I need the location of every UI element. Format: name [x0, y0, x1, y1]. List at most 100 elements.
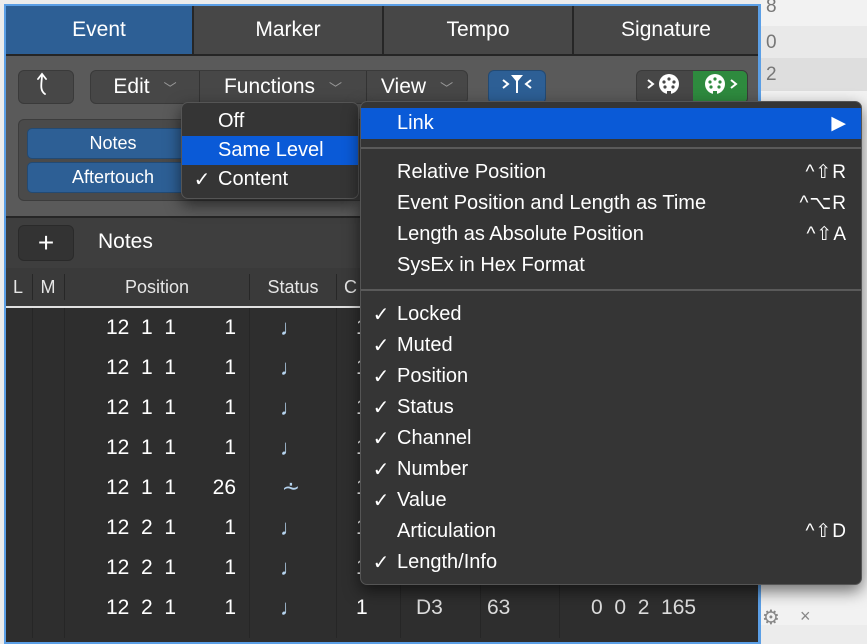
ticks-cell: 1	[224, 356, 236, 379]
checkmark-icon: ✓	[372, 304, 390, 326]
view-menu-item[interactable]: ✓ Number	[361, 454, 861, 485]
keyboard-shortcut: ^⇧R	[805, 162, 847, 183]
tab-tempo[interactable]: Tempo	[384, 6, 574, 54]
controller-status-icon: ⩪	[281, 475, 301, 500]
menu-segment: Edit ﹀ Functions ﹀ View ﹀	[90, 70, 468, 105]
midi-out-icon	[701, 72, 741, 102]
view-menu-item[interactable]: SysEx in Hex Format	[361, 250, 861, 281]
filter-notes-button[interactable]: Notes	[27, 128, 199, 159]
menu-item-label: Value	[397, 489, 447, 511]
view-menu-item[interactable]: ✓ Value	[361, 485, 861, 516]
menu-item-label: Length as Absolute Position	[397, 223, 644, 245]
table-row[interactable]: 12 2 1 1 ♩ 1 D3 63 0 0 2 165	[6, 588, 758, 628]
view-menu-item[interactable]: ✓ Position	[361, 361, 861, 392]
submenu-arrow-icon: ▶	[831, 113, 847, 134]
checkmark-icon: ✓	[372, 397, 390, 419]
keyboard-shortcut: ^⇧A	[806, 224, 847, 245]
tab-signature[interactable]: Signature	[574, 6, 758, 54]
note-status-icon: ♩	[280, 395, 302, 420]
column-header-status[interactable]: Status	[250, 268, 336, 306]
menu-item-label: Locked	[397, 303, 462, 325]
hierarchy-up-button[interactable]	[18, 70, 74, 104]
midi-in-button[interactable]	[637, 71, 693, 103]
link-menu-item[interactable]: Same Level	[182, 136, 358, 165]
view-menu-item[interactable]: ✓ Muted	[361, 330, 861, 361]
position-cell: 12 1 1	[106, 396, 177, 419]
functions-menu-label: Functions	[223, 75, 316, 98]
chevron-down-icon: ﹀	[329, 80, 343, 96]
ticks-cell: 1	[224, 316, 236, 339]
midi-out-button[interactable]	[693, 71, 747, 103]
value-cell: 63	[487, 596, 511, 619]
tab-marker[interactable]: Marker	[194, 6, 384, 54]
note-status-icon: ♩	[280, 435, 302, 460]
filter-aftertouch-button[interactable]: Aftertouch	[27, 162, 199, 193]
link-menu-item[interactable]: ✓ Content	[182, 165, 358, 194]
checkmark-icon: ✓	[372, 428, 390, 450]
hierarchy-up-arrow-icon	[37, 72, 55, 102]
midi-filter-icon	[499, 72, 535, 102]
menu-item-label: Articulation	[397, 520, 496, 542]
ticks-cell: 1	[224, 516, 236, 539]
checkmark-icon: ✓	[372, 490, 390, 512]
column-header-position[interactable]: Position	[65, 268, 249, 306]
midi-filter-button[interactable]	[488, 70, 546, 104]
ticks-cell: 1	[224, 596, 236, 619]
menu-item-label: SysEx in Hex Format	[397, 254, 585, 276]
view-menu-item[interactable]: ✓ Status	[361, 392, 861, 423]
menu-item-label: Muted	[397, 334, 453, 356]
view-menu-button[interactable]: View ﹀	[367, 71, 467, 103]
menu-item-label: Position	[397, 365, 469, 387]
column-header-locked[interactable]: L	[6, 268, 30, 306]
functions-menu-button[interactable]: Functions ﹀	[200, 71, 366, 103]
menu-item-label: Number	[397, 458, 469, 480]
view-menu-item[interactable]: ✓ Locked	[361, 299, 861, 330]
view-menu-item[interactable]: Event Position and Length as Time ^⌥R	[361, 188, 861, 219]
checkmark-icon: ✓	[372, 459, 390, 481]
ticks-cell: 26	[212, 476, 236, 499]
view-menu-item[interactable]: ✓ Channel	[361, 423, 861, 454]
view-menu-item[interactable]: Relative Position ^⇧R	[361, 157, 861, 188]
background-row: 2	[760, 58, 867, 91]
edit-menu-label: Edit	[113, 75, 150, 98]
position-cell: 12 1 1	[106, 316, 177, 339]
view-menu: Link ▶ Relative Position ^⇧R Event Position …	[360, 101, 862, 585]
column-header-muted[interactable]: M	[33, 268, 63, 306]
tab-event[interactable]: Event	[6, 6, 194, 54]
menu-item-label: Length/Info	[397, 551, 498, 573]
edit-menu-button[interactable]: Edit ﹀	[91, 71, 199, 103]
midi-thru-segment	[636, 70, 748, 104]
background-row: 0	[760, 26, 867, 59]
view-menu-item[interactable]: ✓ Length/Info	[361, 547, 861, 578]
link-menu-item[interactable]: Off	[182, 107, 358, 136]
link-submenu-item[interactable]: Link ▶	[361, 108, 861, 139]
close-icon[interactable]: ×	[800, 606, 811, 627]
midi-in-icon	[645, 72, 685, 102]
ticks-cell: 1	[224, 436, 236, 459]
menu-item-label: Relative Position	[397, 161, 546, 183]
menu-item-label: Channel	[397, 427, 472, 449]
checkmark-icon: ✓	[372, 335, 390, 357]
menu-item-label: Content	[218, 168, 289, 190]
ticks-cell: 1	[224, 556, 236, 579]
menu-item-label: Event Position and Length as Time	[397, 192, 707, 214]
position-cell: 12 2 1	[106, 596, 177, 619]
note-status-icon: ♩	[280, 595, 302, 620]
position-cell: 12 2 1	[106, 556, 177, 579]
menu-item-label: Status	[397, 396, 454, 418]
position-cell: 12 2 1	[106, 516, 177, 539]
view-menu-item[interactable]: Articulation ^⇧D	[361, 516, 861, 547]
view-menu-item[interactable]: Length as Absolute Position ^⇧A	[361, 219, 861, 250]
gear-icon[interactable]: ⚙	[762, 605, 780, 630]
menu-item-label: Same Level	[218, 139, 324, 161]
menu-item-label: Off	[218, 110, 245, 132]
checkmark-icon: ✓	[372, 552, 390, 574]
ticks-cell: 1	[224, 396, 236, 419]
checkmark-icon: ✓	[372, 366, 390, 388]
add-event-button[interactable]: +	[18, 225, 74, 261]
length-cell: 0 0 2 165	[591, 596, 697, 619]
note-status-icon: ♩	[280, 555, 302, 580]
tab-bar: Event Marker Tempo Signature	[6, 6, 758, 56]
position-cell: 12 1 1	[106, 356, 177, 379]
chevron-down-icon: ﹀	[163, 80, 177, 96]
